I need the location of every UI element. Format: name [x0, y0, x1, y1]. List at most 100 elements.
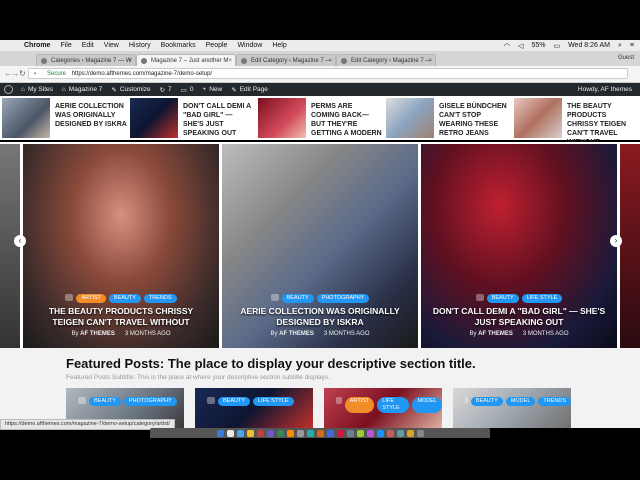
menu-edit[interactable]: Edit [82, 42, 94, 49]
safari-icon[interactable] [236, 429, 244, 437]
app-icon[interactable] [396, 429, 404, 437]
updates-link[interactable]: ↻ 7 [160, 86, 172, 94]
app-icon[interactable] [336, 429, 344, 437]
tab-categories[interactable]: Categories ‹ Magazine 7 — W × [36, 54, 136, 66]
app-icon[interactable] [326, 429, 334, 437]
tag-beauty[interactable]: BEAUTY [470, 397, 503, 406]
slider-next-icon[interactable]: › [610, 235, 622, 247]
ticker-item[interactable]: PERMS ARE COMING BACK—BUT THEY'RE GETTIN… [258, 98, 384, 138]
ticker-thumbnail[interactable] [258, 98, 306, 138]
search-icon[interactable]: ⌕ [618, 42, 622, 50]
slide-title[interactable]: THE BEAUTY PRODUCTS CHRISSY TEIGEN CAN'T… [33, 306, 209, 328]
slide-author[interactable]: AF THEMES [279, 331, 314, 337]
guest-profile[interactable]: Guest [618, 55, 634, 61]
menu-view[interactable]: View [104, 42, 119, 49]
tag-life-style[interactable]: LIFE STYLE [521, 294, 563, 303]
tag-photography[interactable]: PHOTOGRAPHY [316, 294, 370, 303]
menu-list-icon[interactable]: ≡ [630, 42, 634, 49]
close-icon[interactable]: × [328, 55, 332, 66]
tag-trends[interactable]: TRENDS [538, 397, 571, 406]
close-icon[interactable]: × [428, 55, 432, 66]
app-icon[interactable] [296, 429, 304, 437]
ticker-thumbnail[interactable] [386, 98, 434, 138]
slide-item[interactable]: BEAUTY PHOTOGRAPHY AERIE COLLECTION WAS … [222, 144, 418, 348]
close-icon[interactable]: × [128, 55, 132, 66]
app-icon[interactable] [356, 429, 364, 437]
slide-partial-right[interactable] [620, 144, 640, 348]
finder-icon[interactable] [216, 429, 224, 437]
featured-card[interactable]: BEAUTY LIFE STYLE [195, 388, 313, 428]
menu-history[interactable]: History [129, 42, 151, 49]
forward-icon[interactable]: → [11, 69, 19, 78]
menu-bookmarks[interactable]: Bookmarks [161, 42, 196, 49]
app-icon[interactable] [266, 429, 274, 437]
launchpad-icon[interactable] [226, 429, 234, 437]
ticker-thumbnail[interactable] [514, 98, 562, 138]
ticker-item[interactable]: THE BEAUTY PRODUCTS CHRISSY TEIGEN CAN'T… [514, 98, 640, 146]
slide-title[interactable]: DON'T CALL DEMI A "BAD GIRL" — SHE'S JUS… [431, 306, 607, 328]
reload-icon[interactable]: ↻ [19, 69, 26, 78]
wifi-icon[interactable]: ◠ [504, 42, 510, 50]
app-icon[interactable] [306, 429, 314, 437]
tag-artist[interactable]: ARTIST [344, 397, 375, 413]
new-link[interactable]: + New [202, 86, 222, 93]
site-name-link[interactable]: ⌂ Magazine 7 [62, 86, 103, 93]
tag-trends[interactable]: TRENDS [143, 294, 177, 303]
app-icon[interactable] [376, 429, 384, 437]
app-icon[interactable] [256, 429, 264, 437]
tab-edit-category-1[interactable]: Edit Category ‹ Magazine 7 — × [236, 54, 336, 66]
app-icon[interactable] [316, 429, 324, 437]
slide-item[interactable]: BEAUTY LIFE STYLE DON'T CALL DEMI A "BAD… [421, 144, 617, 348]
slide-author[interactable]: AF THEMES [478, 331, 513, 337]
featured-card[interactable]: ARTIST LIFE STYLE MODEL [324, 388, 442, 428]
ticker-item[interactable]: AERIE COLLECTION WAS ORIGINALLY DESIGNED… [2, 98, 128, 138]
menu-app-name[interactable]: Chrome [24, 42, 50, 49]
menu-help[interactable]: Help [272, 42, 286, 49]
app-icon[interactable] [346, 429, 354, 437]
tab-magazine-7[interactable]: Magazine 7 – Just another M × [136, 54, 236, 66]
app-icon[interactable] [286, 429, 294, 437]
app-icon[interactable] [386, 429, 394, 437]
customize-link[interactable]: ✎ Customize [111, 86, 150, 94]
app-icon[interactable] [276, 429, 284, 437]
howdy-user[interactable]: Howdy, AF themes [578, 86, 632, 93]
slide-title[interactable]: AERIE COLLECTION WAS ORIGINALLY DESIGNED… [232, 306, 408, 328]
app-icon[interactable] [406, 429, 414, 437]
url-input[interactable]: ▪ Secure https://demo.afthemes.com/magaz… [28, 68, 628, 79]
comments-link[interactable]: ▭ 0 [181, 86, 194, 94]
battery-level[interactable]: 55% [531, 42, 545, 49]
menu-window[interactable]: Window [237, 42, 262, 49]
edit-page-link[interactable]: ✎ Edit Page [231, 86, 268, 94]
ticker-item[interactable]: GISELE BÜNDCHEN CAN'T STOP WEARING THESE… [386, 98, 512, 138]
slide-author[interactable]: AF THEMES [80, 331, 115, 337]
volume-icon[interactable]: ◁ [518, 42, 523, 50]
tab-edit-category-2[interactable]: Edit Category ‹ Magazine 7 — × [336, 54, 436, 66]
tag-photography[interactable]: PHOTOGRAPHY [124, 397, 177, 406]
tag-beauty[interactable]: BEAUTY [281, 294, 314, 303]
slide-item[interactable]: ARTIST BEAUTY TRENDS THE BEAUTY PRODUCTS… [23, 144, 219, 348]
slider-prev-icon[interactable]: ‹ [14, 235, 26, 247]
ticker-item[interactable]: DON'T CALL DEMI A "BAD GIRL" — SHE'S JUS… [130, 98, 256, 138]
tag-beauty[interactable]: BEAUTY [108, 294, 141, 303]
ticker-thumbnail[interactable] [130, 98, 178, 138]
tag-life-style[interactable]: LIFE STYLE [377, 397, 410, 413]
tag-beauty[interactable]: BEAUTY [218, 397, 251, 406]
wordpress-icon[interactable] [4, 85, 13, 94]
tag-beauty[interactable]: BEAUTY [89, 397, 122, 406]
battery-icon[interactable]: ▭ [553, 42, 560, 50]
tag-artist[interactable]: ARTIST [76, 294, 106, 303]
clock[interactable]: Wed 8:26 AM [568, 42, 610, 49]
trash-icon[interactable] [416, 429, 424, 437]
tag-model[interactable]: MODEL [505, 397, 536, 406]
menu-file[interactable]: File [60, 42, 71, 49]
my-sites-link[interactable]: ⌂ My Sites [21, 86, 53, 93]
tag-beauty[interactable]: BEAUTY [486, 294, 519, 303]
chrome-icon[interactable] [246, 429, 254, 437]
close-icon[interactable]: × [228, 55, 232, 66]
ticker-thumbnail[interactable] [2, 98, 50, 138]
featured-card[interactable]: BEAUTY MODEL TRENDS [453, 388, 571, 428]
app-icon[interactable] [366, 429, 374, 437]
tag-life-style[interactable]: LIFE STYLE [253, 397, 294, 406]
menu-people[interactable]: People [206, 42, 228, 49]
tag-model[interactable]: MODEL [412, 397, 442, 413]
